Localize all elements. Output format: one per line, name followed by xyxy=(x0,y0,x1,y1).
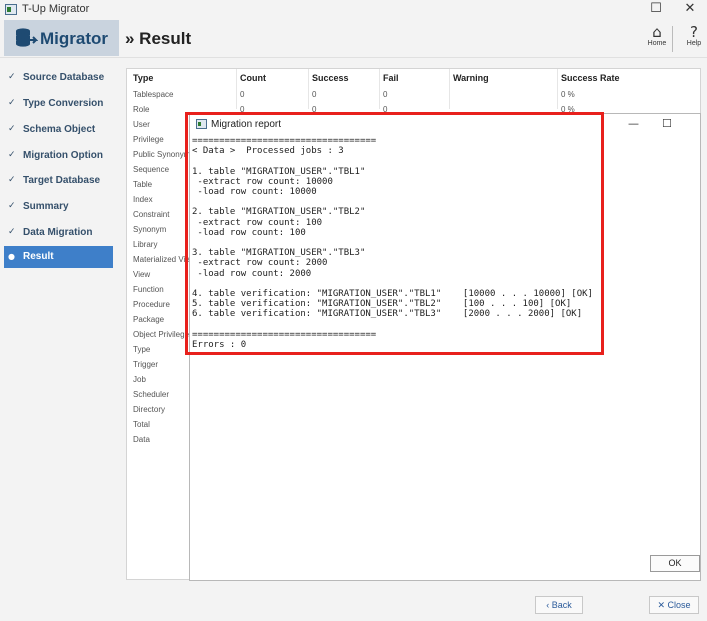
sidebar-item-schema-object[interactable]: ✓ Schema Object xyxy=(4,119,113,141)
help-icon: ? xyxy=(690,23,698,41)
sidebar-item-label: Type Conversion xyxy=(23,98,104,109)
cell-fail: 0 xyxy=(383,90,388,99)
dialog-minimize-button[interactable]: — xyxy=(628,117,639,130)
help-label: Help xyxy=(686,40,702,47)
dialog-maximize-button[interactable]: ☐ xyxy=(662,117,672,130)
cell-type: Library xyxy=(133,240,158,249)
home-button[interactable]: ⌂ Home xyxy=(645,24,669,47)
app-icon xyxy=(196,119,207,129)
check-icon: ✓ xyxy=(8,227,16,237)
cell-type: Scheduler xyxy=(133,390,170,399)
cell-success: 0 xyxy=(312,90,317,99)
cell-type: Synonym xyxy=(133,225,167,234)
cell-type: Procedure xyxy=(133,300,170,309)
migration-report-dialog: Migration report — ☐ ===================… xyxy=(189,113,701,581)
title-bar: T-Up Migrator ☐ ✕ xyxy=(0,0,707,20)
check-icon: ✓ xyxy=(8,124,16,134)
check-icon: ✓ xyxy=(8,98,16,108)
cell-type: Type xyxy=(133,345,151,354)
sidebar-item-label: Data Migration xyxy=(23,227,93,238)
column-header-count: Count xyxy=(240,73,266,83)
header-bar: Migrator » Result ⌂ Home ? Help xyxy=(0,20,707,58)
cell-type: Sequence xyxy=(133,165,170,174)
sidebar-item-label: Target Database xyxy=(23,175,101,186)
home-icon: ⌂ xyxy=(652,23,662,41)
back-button[interactable]: ‹ Back xyxy=(535,596,583,614)
cell-type: Index xyxy=(133,195,153,204)
cell-type: Privilege xyxy=(133,135,164,144)
cell-type: Constraint xyxy=(133,210,170,219)
cell-type: Tablespace xyxy=(133,90,174,99)
close-window-button[interactable]: ✕ xyxy=(680,1,700,16)
cell-type: User xyxy=(133,120,150,129)
cell-type: Trigger xyxy=(133,360,159,369)
ok-button[interactable]: OK xyxy=(650,555,700,572)
cell-type: Materialized View xyxy=(133,255,196,264)
check-icon: ✓ xyxy=(8,201,16,211)
brand-name: Migrator xyxy=(40,29,108,48)
column-header-fail: Fail xyxy=(383,73,399,83)
bullet-icon: ● xyxy=(8,252,15,261)
sidebar-item-label: Migration Option xyxy=(23,150,103,161)
database-icon xyxy=(16,28,38,47)
cell-success-rate: 0 % xyxy=(561,90,575,99)
sidebar: ✓ Source Database ✓ Type Conversion ✓ Sc… xyxy=(4,62,116,582)
home-label: Home xyxy=(647,40,667,47)
table-row[interactable]: Tablespace 0 0 0 0 % xyxy=(127,87,702,102)
help-button[interactable]: ? Help xyxy=(681,24,707,47)
page-title: » Result xyxy=(125,29,192,48)
check-icon: ✓ xyxy=(8,175,16,185)
table-header: Type Count Success Fail Warning Success … xyxy=(127,69,702,85)
cell-type: Package xyxy=(133,315,165,324)
column-header-success-rate: Success Rate xyxy=(561,73,620,83)
sidebar-item-summary[interactable]: ✓ Summary xyxy=(4,196,113,218)
cell-type: Table xyxy=(133,180,153,189)
cell-type: Job xyxy=(133,375,146,384)
sidebar-item-label: Summary xyxy=(23,201,69,212)
cell-type: Public Synonym xyxy=(133,150,191,159)
column-header-type: Type xyxy=(133,73,154,83)
close-button[interactable]: ✕ Close xyxy=(649,596,699,614)
app-window: T-Up Migrator ☐ ✕ Migrator » Result ⌂ Ho… xyxy=(0,0,707,621)
sidebar-item-type-conversion[interactable]: ✓ Type Conversion xyxy=(4,93,113,115)
cell-count: 0 xyxy=(240,90,245,99)
sidebar-item-target-database[interactable]: ✓ Target Database xyxy=(4,170,113,192)
header-divider xyxy=(672,26,673,52)
minimize-button[interactable]: ☐ xyxy=(646,1,666,16)
check-icon: ✓ xyxy=(8,72,16,82)
cell-type: Data xyxy=(133,435,150,444)
brand-logo: Migrator xyxy=(4,20,119,56)
cell-type: Function xyxy=(133,285,164,294)
report-text: ================================== < Dat… xyxy=(192,136,593,351)
column-header-success: Success xyxy=(312,73,349,83)
window-title: T-Up Migrator xyxy=(22,3,90,15)
column-header-warning: Warning xyxy=(453,73,489,83)
cell-type: View xyxy=(133,270,151,279)
cell-type: Role xyxy=(133,105,150,114)
app-icon xyxy=(5,4,17,15)
sidebar-item-label: Result xyxy=(23,251,54,262)
sidebar-item-migration-option[interactable]: ✓ Migration Option xyxy=(4,145,113,167)
cell-type: Object Privilege xyxy=(133,330,190,339)
sidebar-item-source-database[interactable]: ✓ Source Database xyxy=(4,67,113,89)
sidebar-item-result[interactable]: ● Result xyxy=(4,246,113,268)
check-icon: ✓ xyxy=(8,150,16,160)
sidebar-item-label: Schema Object xyxy=(23,124,96,135)
cell-type: Directory xyxy=(133,405,166,414)
cell-type: Total xyxy=(133,420,150,429)
sidebar-item-data-migration[interactable]: ✓ Data Migration xyxy=(4,222,113,244)
dialog-title-bar: Migration report — ☐ xyxy=(190,114,700,134)
sidebar-item-label: Source Database xyxy=(23,72,105,83)
dialog-title: Migration report xyxy=(211,119,282,130)
